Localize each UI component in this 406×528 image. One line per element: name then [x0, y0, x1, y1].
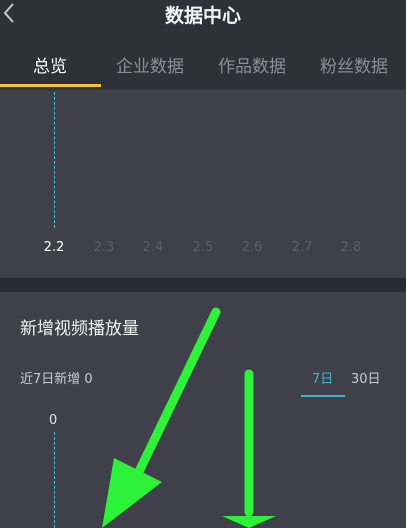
selected-date-guide-line — [54, 92, 55, 228]
tab-bar: 总览 企业数据 作品数据 粉丝数据 — [0, 38, 406, 90]
chart-value-label: 0 — [49, 413, 58, 428]
section-title: 新增视频播放量 — [20, 319, 139, 339]
tab-fans-data[interactable]: 粉丝数据 — [320, 52, 388, 77]
active-tab-indicator — [0, 84, 101, 87]
tab-works-data[interactable]: 作品数据 — [218, 52, 286, 77]
video-plays-card: 新增视频播放量 近7日新增 0 7日 30日 0 — [0, 292, 406, 528]
tab-enterprise-data[interactable]: 企业数据 — [116, 52, 184, 77]
page-title: 数据中心 — [164, 5, 241, 27]
active-range-indicator — [301, 395, 345, 397]
date-tick[interactable]: 2.7 — [282, 240, 322, 255]
trend-chart-card[interactable]: 2.2 2.3 2.4 2.5 2.6 2.7 2.8 — [0, 90, 406, 278]
date-tick[interactable]: 2.2 — [34, 240, 74, 255]
date-tick[interactable]: 2.5 — [183, 240, 223, 255]
range-30-days-button[interactable]: 30日 — [351, 368, 381, 387]
date-tick[interactable]: 2.8 — [331, 240, 371, 255]
recent-7-days-summary: 近7日新增 0 — [20, 372, 93, 387]
chart-guide-line — [54, 432, 55, 528]
range-7-days-button[interactable]: 7日 — [312, 368, 333, 387]
date-tick[interactable]: 2.3 — [84, 240, 124, 255]
date-tick[interactable]: 2.4 — [133, 240, 173, 255]
tab-overview[interactable]: 总览 — [33, 52, 67, 77]
date-tick[interactable]: 2.6 — [232, 240, 272, 255]
section-divider — [0, 278, 406, 292]
header-bar: 数据中心 — [0, 0, 406, 30]
